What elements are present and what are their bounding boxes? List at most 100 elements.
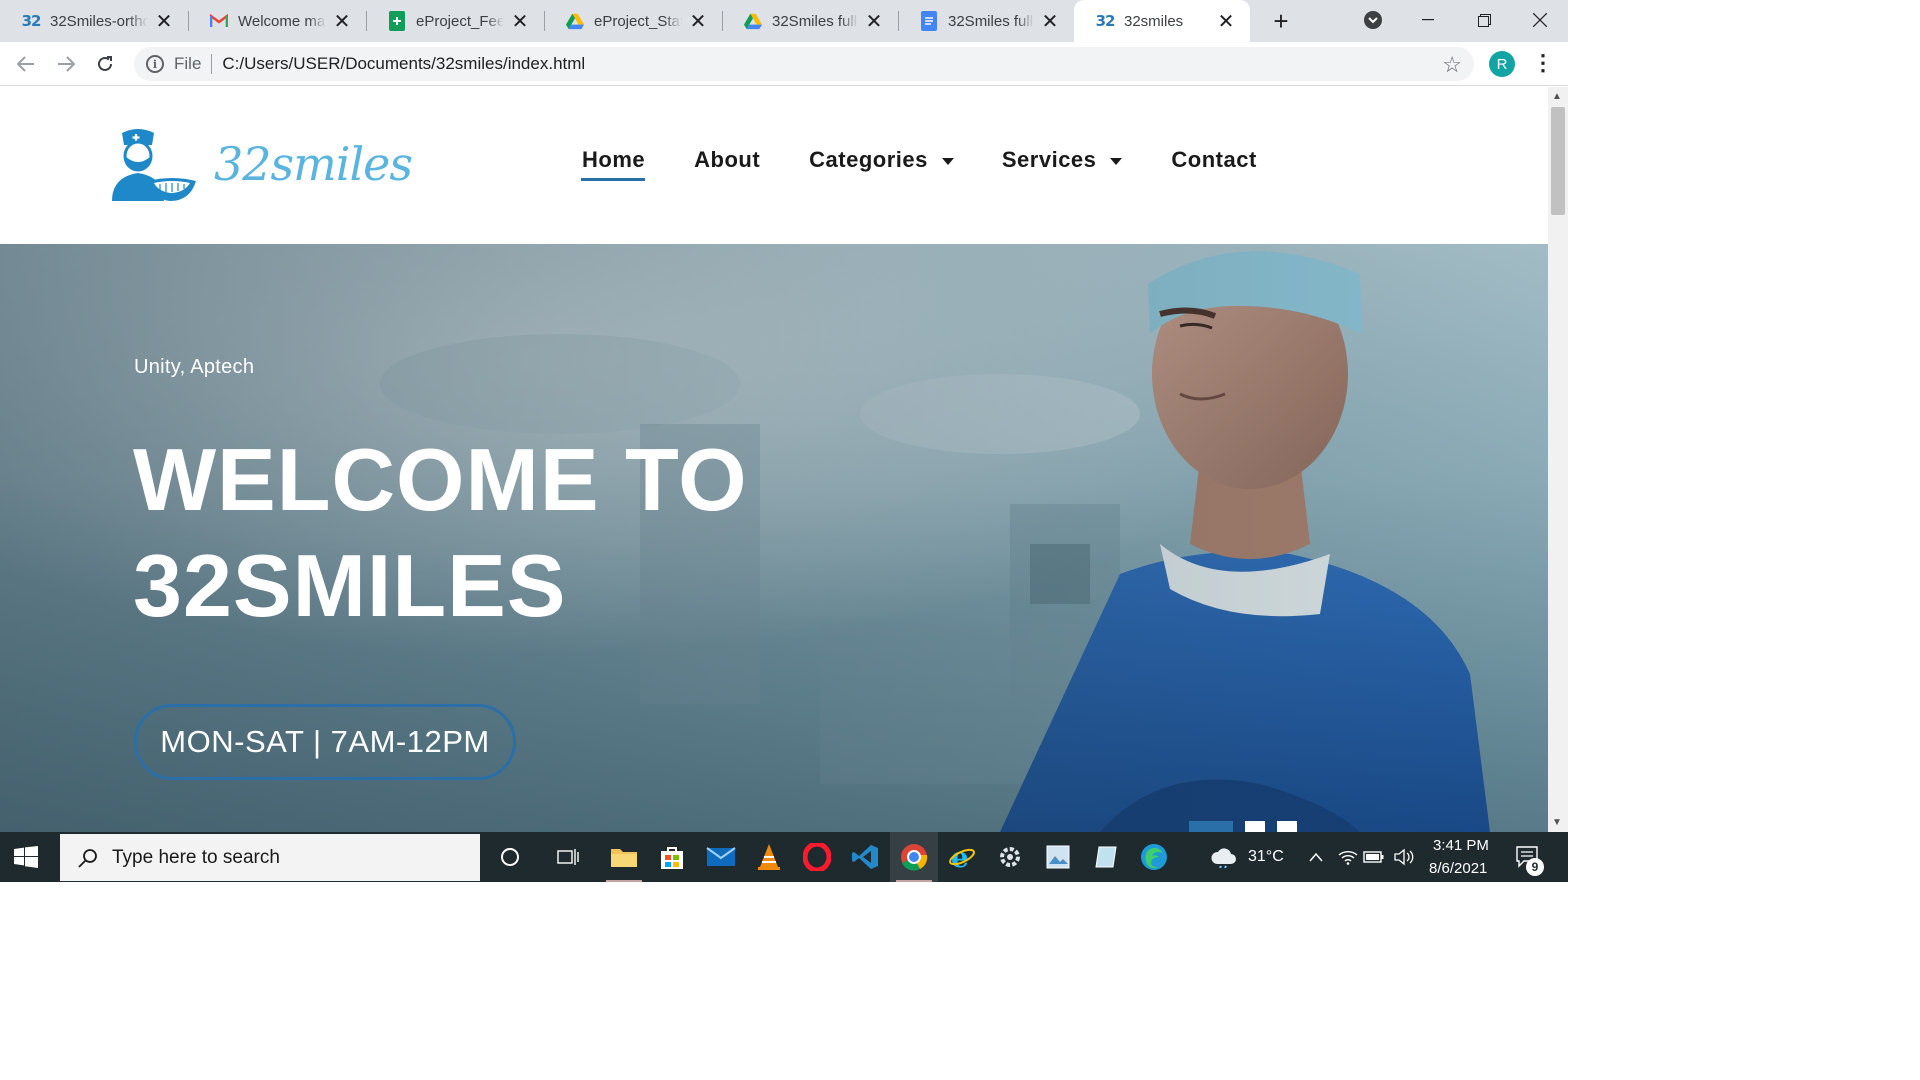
mail-icon[interactable] xyxy=(705,841,737,873)
hero-subtitle: Unity, Aptech xyxy=(134,356,255,378)
microsoft-store-icon[interactable] xyxy=(656,841,688,873)
browser-tab[interactable]: Welcome mail - Gmail ✕ xyxy=(188,0,366,42)
docs-icon xyxy=(920,11,938,31)
page-viewport: 32smiles Home About Categories Services … xyxy=(0,87,1548,832)
site-favicon-icon: 32 xyxy=(1095,12,1116,30)
notes-app-icon[interactable] xyxy=(1090,841,1122,873)
file-explorer-icon[interactable] xyxy=(608,841,640,873)
caret-down-icon xyxy=(1110,157,1123,165)
profile-avatar[interactable]: R xyxy=(1489,51,1515,77)
close-window-button[interactable] xyxy=(1512,0,1568,40)
vscode-icon[interactable] xyxy=(849,841,881,873)
nav-label: About xyxy=(694,147,761,172)
internet-explorer-icon[interactable]: e xyxy=(946,841,978,873)
tab-title: 32Smiles full doc xyxy=(772,12,858,30)
address-bar[interactable]: i File C:/Users/USER/Documents/32smiles/… xyxy=(134,47,1474,81)
cortana-icon[interactable] xyxy=(494,841,526,873)
carousel-indicator-1[interactable] xyxy=(1189,821,1233,832)
opera-icon[interactable] xyxy=(801,841,833,873)
browser-tab[interactable]: eProject_Feedback ✕ xyxy=(366,0,544,42)
battery-icon[interactable] xyxy=(1358,841,1390,873)
restore-button[interactable] xyxy=(1456,0,1512,40)
photo-viewer-icon[interactable] xyxy=(1042,841,1074,873)
nav-label: Contact xyxy=(1171,147,1257,172)
bookmark-star-icon[interactable]: ☆ xyxy=(1442,52,1462,78)
close-tab-icon[interactable]: ✕ xyxy=(510,9,530,34)
browser-tab[interactable]: 32Smiles full doc ✕ xyxy=(722,0,898,42)
nav-about[interactable]: About xyxy=(694,145,760,181)
windows-taskbar: Type here to search e 31°C 3:41 PM 8/6/2… xyxy=(0,832,1568,882)
url-text[interactable]: C:/Users/USER/Documents/32smiles/index.h… xyxy=(222,54,585,74)
weather-cloud-icon[interactable] xyxy=(1208,841,1240,873)
scroll-down-arrow-icon[interactable]: ▼ xyxy=(1552,817,1562,828)
hero-title: WELCOME TO 32SMILES xyxy=(133,427,833,639)
carousel-indicators xyxy=(1189,821,1297,832)
chrome-icon[interactable] xyxy=(898,841,930,873)
reload-button[interactable] xyxy=(91,50,119,78)
scheme-label: File xyxy=(174,54,202,73)
close-tab-icon[interactable]: ✕ xyxy=(154,9,174,34)
close-icon xyxy=(1533,13,1547,27)
page-scrollbar[interactable]: ▲ ▼ xyxy=(1548,87,1568,832)
caret-down-icon xyxy=(941,157,954,165)
tab-title: 32smiles xyxy=(1124,12,1184,30)
forward-button[interactable] xyxy=(52,50,80,78)
sheets-icon xyxy=(388,11,406,31)
site-logo[interactable]: 32smiles xyxy=(108,127,413,207)
tab-title: 32Smiles-orthodontics xyxy=(50,12,148,30)
edge-icon[interactable] xyxy=(1138,841,1170,873)
hero-title-line: WELCOME TO xyxy=(133,430,748,529)
info-icon[interactable]: i xyxy=(146,55,164,73)
settings-gear-icon[interactable] xyxy=(994,841,1026,873)
clock-date[interactable]: 8/6/2021 xyxy=(1429,860,1487,877)
browser-tab[interactable]: eProject_Status ✕ xyxy=(544,0,722,42)
drive-icon xyxy=(744,12,762,30)
browser-tab-active[interactable]: 32 32smiles ✕ xyxy=(1074,0,1250,42)
browser-tab[interactable]: 32 32Smiles-orthodontics ✕ xyxy=(0,0,188,42)
nav-home[interactable]: Home xyxy=(580,145,646,181)
nav-categories[interactable]: Categories xyxy=(809,145,954,181)
search-placeholder: Type here to search xyxy=(112,846,280,868)
volume-icon[interactable] xyxy=(1388,841,1420,873)
dentist-logo-icon xyxy=(112,129,196,201)
task-view-icon[interactable] xyxy=(552,841,584,873)
chevron-down-circle-icon xyxy=(1364,11,1382,29)
close-tab-icon[interactable]: ✕ xyxy=(864,9,884,34)
close-tab-icon[interactable]: ✕ xyxy=(1216,9,1236,34)
scroll-thumb[interactable] xyxy=(1551,107,1565,215)
new-tab-button[interactable]: + xyxy=(1266,6,1296,37)
nav-label: Services xyxy=(1001,147,1097,172)
windows-start-icon[interactable] xyxy=(14,846,38,868)
nav-contact[interactable]: Contact xyxy=(1171,145,1256,181)
chevron-up-icon[interactable] xyxy=(1300,841,1332,873)
close-tab-icon[interactable]: ✕ xyxy=(1040,9,1060,34)
notification-count-badge: 9 xyxy=(1526,858,1544,876)
tab-search-button[interactable] xyxy=(1345,0,1401,40)
tab-title: Welcome mail - Gmail xyxy=(238,12,326,30)
vlc-icon[interactable] xyxy=(753,841,785,873)
nav-label: Categories xyxy=(809,147,928,172)
back-button[interactable] xyxy=(12,50,40,78)
scroll-up-arrow-icon[interactable]: ▲ xyxy=(1552,91,1562,102)
clock-time[interactable]: 3:41 PM xyxy=(1433,837,1489,854)
nav-services[interactable]: Services xyxy=(1002,145,1123,181)
carousel-indicator-2[interactable] xyxy=(1245,821,1265,832)
browser-toolbar: i File C:/Users/USER/Documents/32smiles/… xyxy=(0,42,1568,86)
minimize-icon xyxy=(1422,19,1434,21)
browser-tab[interactable]: 32Smiles full doc ✕ xyxy=(898,0,1074,42)
weather-temperature[interactable]: 31°C xyxy=(1248,848,1284,866)
site-header: 32smiles Home About Categories Services … xyxy=(0,87,1548,244)
opening-hours-button[interactable]: MON-SAT | 7AM-12PM xyxy=(134,704,516,780)
close-tab-icon[interactable]: ✕ xyxy=(332,9,352,34)
hero-carousel: Unity, Aptech WELCOME TO 32SMILES MON-SA… xyxy=(0,244,1548,832)
drive-icon xyxy=(566,12,584,30)
minimize-button[interactable] xyxy=(1400,0,1456,40)
carousel-indicator-3[interactable] xyxy=(1277,821,1297,832)
reload-icon xyxy=(98,56,112,71)
search-icon xyxy=(78,848,97,868)
taskbar-search-box[interactable]: Type here to search xyxy=(60,834,480,881)
close-tab-icon[interactable]: ✕ xyxy=(688,9,708,34)
browser-menu-icon[interactable]: ⋮ xyxy=(1532,50,1554,76)
address-divider xyxy=(211,54,213,74)
main-nav: Home About Categories Services Contact xyxy=(580,145,1257,181)
